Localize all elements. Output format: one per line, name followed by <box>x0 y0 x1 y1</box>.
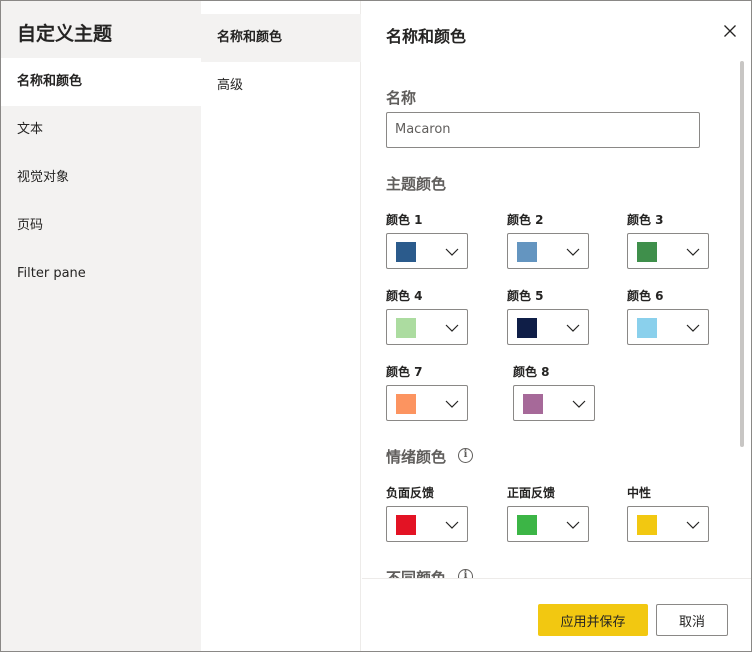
color-4-swatch <box>396 318 416 338</box>
chevron-down-icon <box>445 400 459 408</box>
info-icon[interactable]: i <box>458 569 473 578</box>
info-icon[interactable]: i <box>458 448 473 463</box>
color-4-label: 颜色 4 <box>386 289 423 303</box>
chevron-down-icon <box>572 400 586 408</box>
color-3-swatch <box>637 242 657 262</box>
neutral-label: 中性 <box>627 486 652 500</box>
chevron-down-icon <box>445 521 459 529</box>
nav-item-page[interactable]: 页码 <box>1 202 201 250</box>
divergent-colors-label: 不同颜色 <box>386 569 447 578</box>
color-3-label: 颜色 3 <box>627 213 664 227</box>
color-1-label: 颜色 1 <box>386 213 423 227</box>
nav-item-name-and-colors[interactable]: 名称和颜色 <box>1 58 201 106</box>
chevron-down-icon <box>445 248 459 256</box>
color-6-swatch <box>637 318 657 338</box>
theme-name-value: Macaron <box>395 122 451 137</box>
color-8-label: 颜色 8 <box>513 365 550 379</box>
negative-label: 负面反馈 <box>386 486 435 500</box>
color-2-swatch <box>517 242 537 262</box>
color-5-swatch <box>517 318 537 338</box>
color-4-picker[interactable] <box>386 309 468 345</box>
color-1-picker[interactable] <box>386 233 468 269</box>
negative-color-picker[interactable] <box>386 506 468 542</box>
customize-theme-dialog: 自定义主题 名称和颜色 文本 视觉对象 页码 Filter pane 名称和颜色… <box>0 0 752 652</box>
panel-title: 名称和颜色 <box>386 27 467 46</box>
color-8-swatch <box>523 394 543 414</box>
color-6-label: 颜色 6 <box>627 289 664 303</box>
nav-item-text[interactable]: 文本 <box>1 106 201 154</box>
cancel-button[interactable]: 取消 <box>656 604 728 636</box>
name-label: 名称 <box>386 89 417 107</box>
neutral-color-picker[interactable] <box>627 506 709 542</box>
neutral-swatch <box>637 515 657 535</box>
color-6-picker[interactable] <box>627 309 709 345</box>
sentiment-colors-label: 情绪颜色 <box>386 448 447 466</box>
chevron-down-icon <box>686 521 700 529</box>
positive-label: 正面反馈 <box>507 486 556 500</box>
chevron-down-icon <box>566 324 580 332</box>
positive-color-picker[interactable] <box>507 506 589 542</box>
dialog-title: 自定义主题 <box>17 23 113 45</box>
close-icon <box>724 25 736 37</box>
chevron-down-icon <box>566 521 580 529</box>
close-button[interactable] <box>720 21 740 41</box>
nav-item-filter-pane[interactable]: Filter pane <box>1 250 201 298</box>
dialog-footer: 应用并保存 取消 <box>362 578 751 651</box>
settings-panel: 名称和颜色 名称 Macaron 主题颜色 颜色 1 颜色 2 颜色 3 颜色 … <box>362 1 751 651</box>
color-7-picker[interactable] <box>386 385 468 421</box>
apply-and-save-button[interactable]: 应用并保存 <box>538 604 648 636</box>
color-2-picker[interactable] <box>507 233 589 269</box>
sub-nav-item-advanced[interactable]: 高级 <box>201 62 361 110</box>
color-2-label: 颜色 2 <box>507 213 544 227</box>
positive-swatch <box>517 515 537 535</box>
left-nav: 自定义主题 名称和颜色 文本 视觉对象 页码 Filter pane <box>1 1 201 651</box>
sub-nav-item-name-and-colors[interactable]: 名称和颜色 <box>201 14 361 62</box>
color-5-label: 颜色 5 <box>507 289 544 303</box>
color-5-picker[interactable] <box>507 309 589 345</box>
negative-swatch <box>396 515 416 535</box>
color-7-label: 颜色 7 <box>386 365 423 379</box>
nav-item-visuals[interactable]: 视觉对象 <box>1 154 201 202</box>
chevron-down-icon <box>686 248 700 256</box>
chevron-down-icon <box>686 324 700 332</box>
panel-scroll-area[interactable]: 名称 Macaron 主题颜色 颜色 1 颜色 2 颜色 3 颜色 4 颜色 5… <box>362 61 751 578</box>
sub-nav: 名称和颜色 高级 <box>201 1 361 651</box>
color-3-picker[interactable] <box>627 233 709 269</box>
theme-colors-label: 主题颜色 <box>386 175 447 193</box>
color-8-picker[interactable] <box>513 385 595 421</box>
theme-name-input[interactable]: Macaron <box>386 112 700 148</box>
color-7-swatch <box>396 394 416 414</box>
chevron-down-icon <box>566 248 580 256</box>
chevron-down-icon <box>445 324 459 332</box>
color-1-swatch <box>396 242 416 262</box>
scrollbar[interactable] <box>740 61 744 447</box>
